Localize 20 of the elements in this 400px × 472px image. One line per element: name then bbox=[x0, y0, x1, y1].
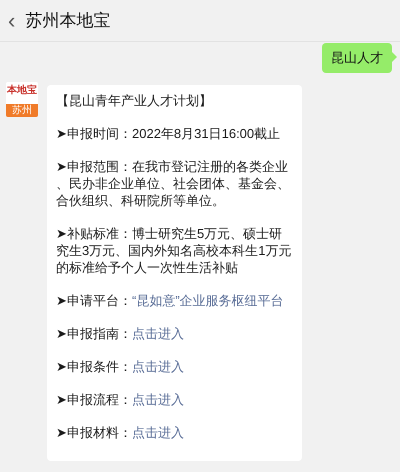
avatar[interactable]: 本地宝 苏州 bbox=[6, 82, 38, 116]
field-label: ➤申报材料： bbox=[56, 424, 132, 440]
field-label: ➤申请平台： bbox=[56, 292, 132, 308]
info-text: ➤补贴标准：博士研究生5万元、硕士研究生3万元、国内外知名高校本科生1万元的标准给予个人一次性生活补贴 bbox=[56, 224, 292, 276]
back-icon[interactable]: ‹ bbox=[8, 10, 16, 32]
field-label: ➤申报条件： bbox=[56, 358, 132, 374]
link[interactable]: 点击进入 bbox=[132, 392, 184, 406]
bubble-tail bbox=[392, 52, 397, 62]
city-label: 苏州 bbox=[6, 104, 38, 116]
info-text: ➤申报范围：在我市登记注册的各类企业、民办非企业单位、社会团体、基金会、合伙组织、科研院所等单位。 bbox=[56, 158, 291, 208]
message-title: 【昆山青年产业人才计划】 bbox=[56, 92, 213, 108]
chat-title: 苏州本地宝 bbox=[25, 10, 110, 32]
link[interactable]: “昆如意”企业服务枢纽平台 bbox=[132, 292, 284, 308]
field-label: ➤申报指南： bbox=[56, 326, 132, 340]
link[interactable]: 点击进入 bbox=[132, 326, 184, 340]
link[interactable]: 点击进入 bbox=[132, 424, 184, 440]
info-text: ➤申报时间：2022年8月31日16:00截止 bbox=[56, 124, 282, 142]
field-label: ➤申报流程： bbox=[56, 392, 132, 406]
link[interactable]: 点击进入 bbox=[132, 358, 184, 374]
logo-text: 本地宝 bbox=[7, 84, 37, 98]
